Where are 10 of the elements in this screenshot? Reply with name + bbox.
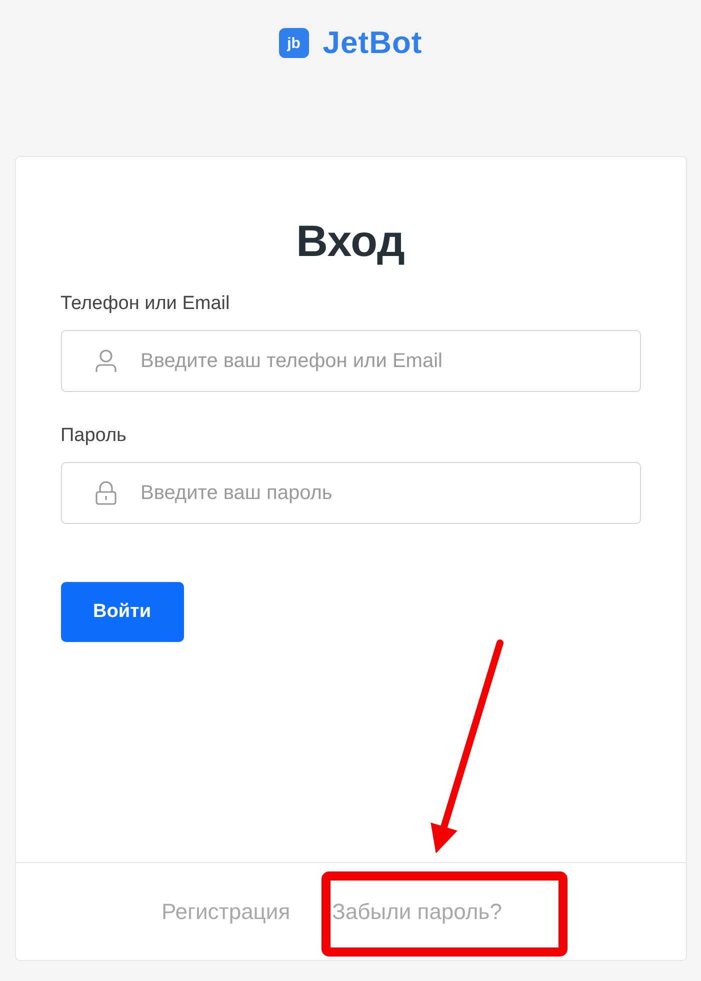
brand-name: JetBot xyxy=(322,25,422,61)
input-field[interactable]: Введите ваш пароль xyxy=(60,462,640,524)
field-label: Телефон или Email xyxy=(60,293,231,315)
input-field[interactable]: Введите ваш телефон или Email xyxy=(60,330,640,392)
login-button[interactable]: Войти xyxy=(60,582,184,642)
page-title: Вход xyxy=(295,217,406,267)
footer-link[interactable]: Забыли пароль? xyxy=(332,898,502,924)
field-label: Пароль xyxy=(60,425,128,447)
logo-mark: jb xyxy=(278,28,309,58)
footer-link[interactable]: Регистрация xyxy=(162,898,290,924)
